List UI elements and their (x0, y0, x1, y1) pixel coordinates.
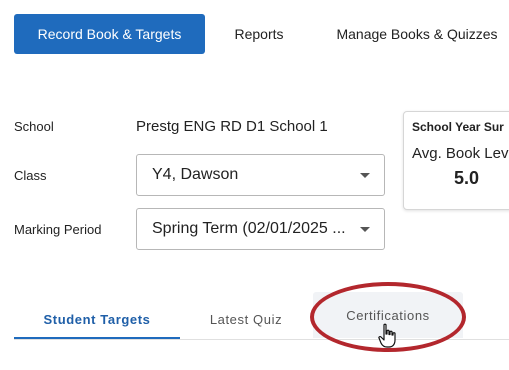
class-select-value: Y4, Dawson (152, 166, 239, 183)
tab-latest-quiz[interactable]: Latest Quiz (190, 300, 302, 338)
marking-period-label: Marking Period (14, 222, 102, 237)
class-select[interactable]: Y4, Dawson (136, 154, 385, 196)
summary-title: School Year Sur (412, 120, 504, 134)
tab-reports[interactable]: Reports (222, 14, 296, 54)
summary-metric-value: 5.0 (454, 168, 480, 188)
summary-metric-label: Avg. Book Lev (412, 145, 509, 162)
class-label: Class (14, 168, 47, 183)
marking-period-select[interactable]: Spring Term (02/01/2025 ... (136, 208, 385, 250)
tab-record-book-targets-label: Record Book & Targets (37, 26, 182, 42)
chevron-down-icon (360, 227, 370, 232)
tab-student-targets-label: Student Targets (43, 311, 151, 327)
school-year-summary-card: School Year Sur Avg. Book Lev 5.0 (403, 111, 509, 210)
tab-student-targets[interactable]: Student Targets (14, 300, 180, 338)
marking-period-select-value: Spring Term (02/01/2025 ... (152, 220, 346, 237)
tab-latest-quiz-label: Latest Quiz (209, 311, 283, 327)
chevron-down-icon (360, 173, 370, 178)
school-label: School (14, 119, 54, 134)
school-value: Prestg ENG RD D1 School 1 (136, 118, 328, 135)
tab-reports-label: Reports (234, 26, 284, 42)
tab-manage-books-quizzes[interactable]: Manage Books & Quizzes (326, 14, 508, 54)
tab-record-book-targets[interactable]: Record Book & Targets (14, 14, 205, 54)
tab-manage-books-quizzes-label: Manage Books & Quizzes (336, 26, 498, 42)
hand-cursor-icon (378, 323, 396, 348)
